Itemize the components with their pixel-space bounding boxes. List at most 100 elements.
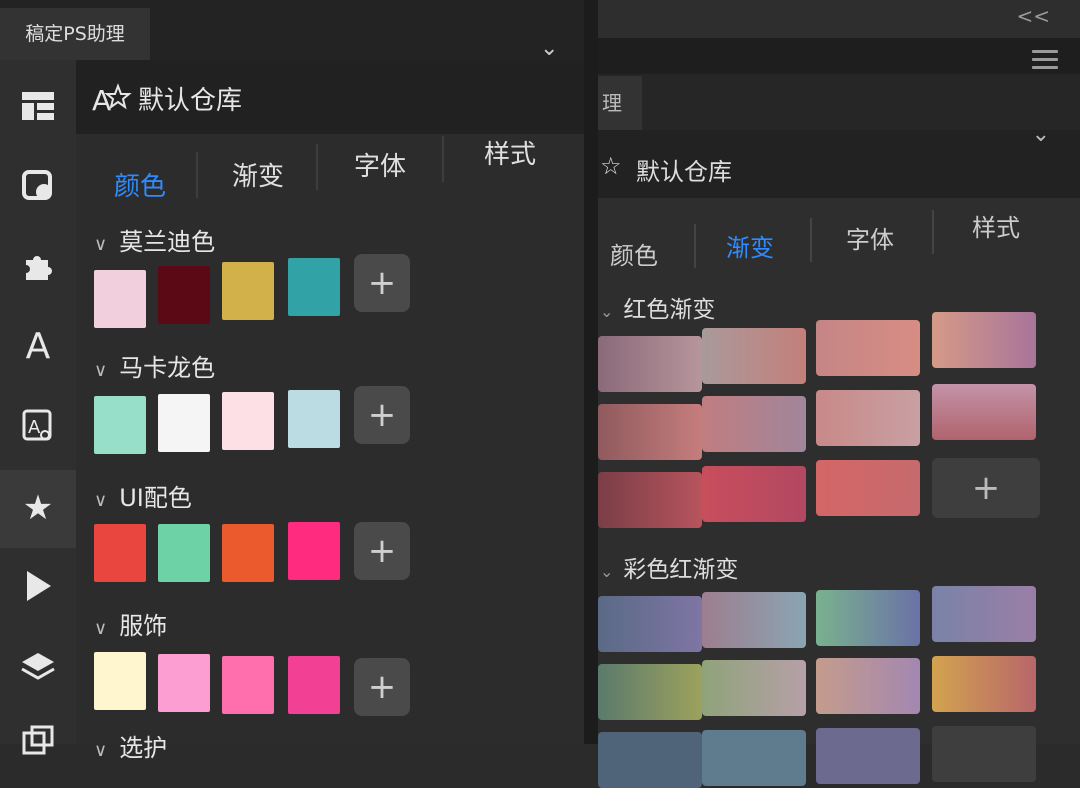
chevron-down-icon[interactable]: ⌄	[1032, 122, 1050, 147]
export-icon[interactable]	[18, 720, 58, 760]
gradient-swatch[interactable]	[932, 384, 1036, 440]
chevron-down-icon: ⌄	[600, 302, 614, 321]
layers-icon[interactable]	[18, 648, 58, 688]
section-apparel[interactable]: ∨ 服饰	[94, 606, 167, 641]
gradient-swatch[interactable]	[816, 658, 920, 714]
sidebar: A A ★	[0, 60, 76, 755]
tab-font[interactable]: 字体	[846, 220, 894, 255]
add-color-button[interactable]: +	[354, 386, 410, 444]
gradient-swatch[interactable]	[816, 460, 920, 516]
gradient-swatch[interactable]	[702, 328, 806, 384]
repository-icon: A	[92, 83, 132, 116]
layout-icon[interactable]	[18, 86, 58, 126]
section-morandi[interactable]: ∨ 莫兰迪色	[94, 222, 215, 257]
chevron-down-icon: ⌄	[600, 562, 614, 581]
color-swatch[interactable]	[94, 396, 146, 454]
section-macaron[interactable]: ∨ 马卡龙色	[94, 348, 215, 383]
section-partial[interactable]: ∨ 选护	[94, 728, 167, 763]
tab-divider	[810, 218, 812, 262]
collapse-icon[interactable]: <<	[1016, 4, 1050, 28]
color-swatch[interactable]	[94, 524, 146, 582]
chevron-down-icon: ∨	[94, 234, 108, 255]
add-color-button[interactable]: +	[354, 522, 410, 580]
gradient-swatch[interactable]	[932, 586, 1036, 642]
color-swatch[interactable]	[288, 656, 340, 714]
gradient-swatch[interactable]	[816, 320, 920, 376]
color-swatch[interactable]	[222, 262, 274, 320]
app-tab[interactable]: 稿定PS助理	[0, 8, 150, 60]
tab-divider	[694, 224, 696, 268]
puzzle-icon[interactable]	[18, 246, 58, 286]
gradient-swatch[interactable]	[598, 472, 702, 528]
tab-divider	[196, 152, 198, 198]
back-header-title: 默认仓库	[636, 158, 732, 186]
tab-divider	[932, 210, 934, 254]
color-swatch[interactable]	[288, 258, 340, 316]
gradient-swatch[interactable]	[702, 396, 806, 452]
back-app-tab[interactable]: 理	[598, 76, 642, 130]
star-icon[interactable]: ★	[18, 488, 58, 528]
tab-gradient[interactable]: 渐变	[232, 156, 284, 193]
gradient-swatch[interactable]	[598, 732, 702, 788]
shapes-icon[interactable]	[18, 166, 58, 206]
play-icon[interactable]	[18, 566, 58, 606]
svg-text:A: A	[28, 417, 41, 438]
chevron-down-icon: ∨	[94, 490, 108, 511]
gradient-swatch[interactable]	[702, 592, 806, 648]
panel-header-title: 默认仓库	[138, 86, 243, 116]
repository-icon: ☆	[600, 152, 622, 180]
chevron-down-icon: ∨	[94, 618, 108, 639]
front-panel: 稿定PS助理 ⌄ A A ★ A 默认仓库 颜色 渐变 字体 样式 ∨ 莫兰迪色…	[0, 0, 598, 762]
gradient-swatch[interactable]	[816, 390, 920, 446]
color-swatch[interactable]	[222, 392, 274, 450]
tab-font[interactable]: 字体	[354, 146, 406, 183]
color-swatch[interactable]	[288, 390, 340, 448]
text-icon[interactable]: A	[18, 326, 58, 367]
panel-content: A 默认仓库 颜色 渐变 字体 样式 ∨ 莫兰迪色 + ∨ 马卡龙色 + ∨ UI配色	[76, 60, 584, 762]
tab-divider	[316, 144, 318, 190]
section-title[interactable]: ⌄ 红色渐变	[600, 290, 715, 324]
back-header: ⌄ ☆ 默认仓库	[598, 122, 1080, 198]
color-swatch[interactable]	[158, 394, 210, 452]
add-color-button[interactable]: +	[354, 254, 410, 312]
color-swatch[interactable]	[94, 270, 146, 328]
gradient-swatch[interactable]	[932, 656, 1036, 712]
color-swatch[interactable]	[288, 522, 340, 580]
chevron-down-icon[interactable]: ⌄	[540, 36, 558, 61]
color-swatch[interactable]	[158, 266, 210, 324]
font-search-icon[interactable]: A	[18, 406, 58, 446]
tab-color[interactable]: 颜色	[114, 166, 166, 203]
tab-gradient[interactable]: 渐变	[726, 228, 774, 263]
gradient-swatch[interactable]	[598, 336, 702, 392]
back-topbar	[598, 38, 1080, 74]
back-tab-row	[598, 74, 1080, 130]
gradient-swatch[interactable]	[932, 726, 1036, 782]
tab-divider	[442, 136, 444, 182]
chevron-down-icon: ∨	[94, 360, 108, 381]
color-swatch[interactable]	[158, 654, 210, 712]
color-swatch[interactable]	[158, 524, 210, 582]
tab-style[interactable]: 样式	[484, 134, 536, 171]
front-tabs: 颜色 渐变 字体 样式	[76, 134, 584, 214]
tab-style[interactable]: 样式	[972, 208, 1020, 243]
gradient-swatch[interactable]	[598, 404, 702, 460]
back-panel: << 理 ⌄ ☆ 默认仓库 颜色 渐变 字体 样式 ⌄ 红色渐变 + ⌄ 彩色红渐变	[598, 0, 1080, 788]
color-swatch[interactable]	[222, 524, 274, 582]
section-title[interactable]: ⌄ 彩色红渐变	[600, 550, 738, 584]
tab-color[interactable]: 颜色	[610, 236, 658, 271]
color-swatch[interactable]	[94, 652, 146, 710]
add-color-button[interactable]: +	[354, 658, 410, 716]
color-swatch[interactable]	[222, 656, 274, 714]
gradient-swatch[interactable]	[816, 728, 920, 784]
section-ui-colors[interactable]: ∨ UI配色	[94, 478, 192, 513]
gradient-swatch[interactable]	[816, 590, 920, 646]
menu-icon[interactable]	[1032, 50, 1058, 69]
add-gradient-button[interactable]: +	[932, 458, 1040, 518]
gradient-swatch[interactable]	[702, 660, 806, 716]
svg-text:A: A	[92, 84, 111, 116]
gradient-swatch[interactable]	[932, 312, 1036, 368]
gradient-swatch[interactable]	[598, 596, 702, 652]
gradient-swatch[interactable]	[702, 730, 806, 786]
gradient-swatch[interactable]	[702, 466, 806, 522]
gradient-swatch[interactable]	[598, 664, 702, 720]
